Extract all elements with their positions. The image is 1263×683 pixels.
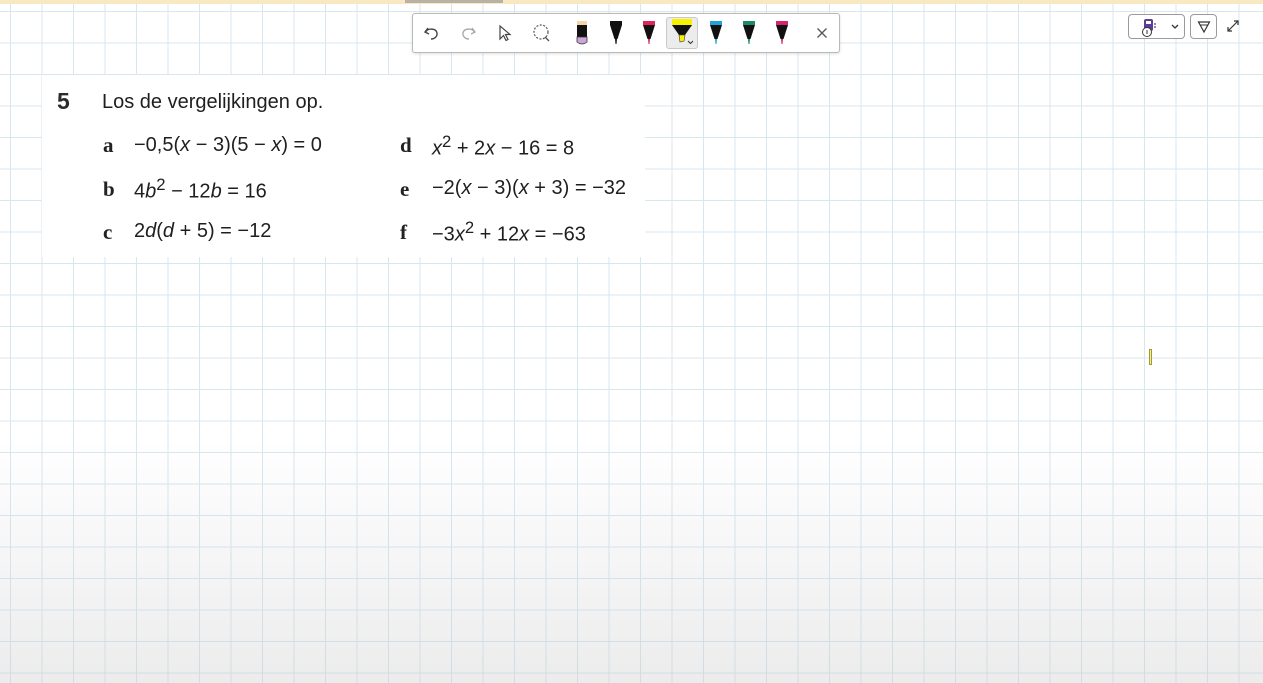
item-letter-d: d: [400, 133, 412, 157]
undo-icon[interactable]: [417, 14, 447, 52]
item-letter-f: f: [400, 220, 407, 244]
top-strip: [0, 0, 1263, 4]
item-letter-a: a: [103, 133, 114, 157]
active-tab-indicator: [405, 0, 503, 3]
item-equation-f: −3x2 + 12x = −63: [432, 218, 586, 246]
item-letter-e: e: [400, 177, 410, 201]
exercise-title: Los de vergelijkingen op.: [102, 91, 324, 113]
item-letter-b: b: [103, 177, 115, 201]
item-equation-a: −0,5(x − 3)(5 − x) = 0: [134, 134, 322, 156]
lasso-icon[interactable]: [527, 14, 557, 52]
chevron-down-icon: [1171, 24, 1178, 29]
filter-button[interactable]: [1190, 14, 1217, 39]
highlighter-yellow-icon[interactable]: [666, 17, 698, 49]
pen-green-icon[interactable]: [734, 14, 764, 52]
select-cursor-icon[interactable]: [490, 14, 520, 52]
pen-cyan-icon[interactable]: [701, 14, 731, 52]
pen-black-icon[interactable]: [601, 14, 631, 52]
item-equation-c: 2d(d + 5) = −12: [134, 220, 272, 242]
ink-settings-dropdown[interactable]: [1128, 14, 1185, 39]
exercise-number: 5: [57, 88, 70, 114]
exercise-panel: 5 Los de vergelijkingen op. a −0,5(x − 3…: [42, 75, 645, 257]
item-equation-b: 4b2 − 12b = 16: [134, 175, 267, 203]
text-cursor-marker: [1149, 349, 1152, 365]
item-equation-e: −2(x − 3)(x + 3) = −32: [432, 177, 627, 199]
ink-settings-icon: [1141, 18, 1178, 37]
item-letter-c: c: [103, 220, 113, 244]
filter-icon: [1196, 20, 1211, 33]
item-equation-d: x2 + 2x − 16 = 8: [432, 132, 575, 160]
expand-icon[interactable]: [1223, 16, 1243, 36]
redo-icon[interactable]: [453, 14, 483, 52]
eraser-icon[interactable]: [567, 14, 597, 52]
ink-toolbar: [412, 13, 840, 53]
pen-red-icon[interactable]: [634, 14, 664, 52]
pen-magenta-icon[interactable]: [767, 14, 797, 52]
close-icon[interactable]: [807, 14, 837, 52]
